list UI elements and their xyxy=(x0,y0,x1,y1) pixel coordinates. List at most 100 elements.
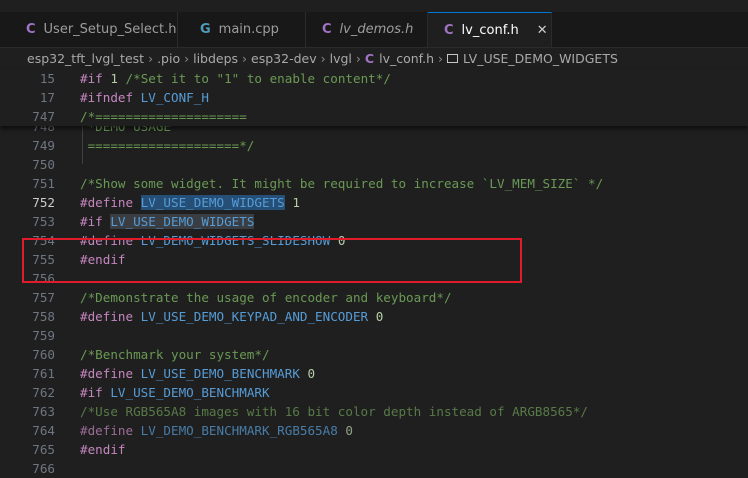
code-line[interactable]: 764 #define LV_DEMO_BENCHMARK_RGB565A8 0 xyxy=(0,421,748,440)
code-line[interactable]: 765 #endif xyxy=(0,440,748,459)
line-code: #if LV_USE_DEMO_WIDGETS xyxy=(80,212,255,231)
line-number: 751 xyxy=(32,176,55,191)
code-token: 1 xyxy=(292,195,300,210)
line-number: 749 xyxy=(32,138,55,153)
breadcrumb-symbol[interactable]: LV_USE_DEMO_WIDGETS xyxy=(463,51,618,66)
code-line[interactable]: 759 xyxy=(0,326,748,345)
code-token: LV_USE_DEMO_WIDGETS xyxy=(110,214,255,229)
code-token: /*Benchmark your system*/ xyxy=(80,347,270,362)
line-number: 750 xyxy=(32,157,55,172)
line-code: /*Benchmark your system*/ xyxy=(80,345,270,364)
tab-label: main.cpp xyxy=(218,22,279,37)
breadcrumb-file[interactable]: lv_conf.h xyxy=(379,51,434,66)
line-code: #if 1 /*Set it to "1" to enable content*… xyxy=(80,69,391,88)
code-line[interactable]: 749 ====================*/ xyxy=(0,136,748,155)
code-token: /*Demonstrate the usage of encoder and k… xyxy=(80,290,452,305)
symbol-constant-icon xyxy=(447,53,459,63)
c-file-icon: C xyxy=(26,22,36,37)
chevron-right-icon: › xyxy=(242,50,248,66)
breadcrumb-item[interactable]: esp32-dev xyxy=(251,51,317,66)
breadcrumb-item[interactable]: libdeps xyxy=(193,51,238,66)
code-line[interactable]: 751 /*Show some widget. It might be requi… xyxy=(0,174,748,193)
code-line[interactable]: 766 xyxy=(0,459,748,478)
breadcrumb: esp32_tft_lvgl_test › .pio › libdeps › e… xyxy=(0,47,748,69)
line-number: 765 xyxy=(32,442,55,457)
code-line[interactable]: 760 /*Benchmark your system*/ xyxy=(0,345,748,364)
line-number: 764 xyxy=(32,423,55,438)
code-token: LV_USE_DEMO_BENCHMARK xyxy=(110,385,270,400)
code-token: 1 xyxy=(110,71,118,86)
line-number: 15 xyxy=(39,71,55,86)
line-number: 760 xyxy=(32,347,55,362)
code-token: LV_CONF_H xyxy=(140,90,209,105)
c-file-icon: C xyxy=(364,50,375,66)
code-line[interactable]: 762 #if LV_USE_DEMO_BENCHMARK xyxy=(0,383,748,402)
code-token: LV_DEMO_BENCHMARK_RGB565A8 xyxy=(140,423,338,438)
tab-lv-conf[interactable]: C lv_conf.h ✕ xyxy=(428,12,552,47)
code-editor[interactable]: 15 #if 1 /*Set it to "1" to enable conten… xyxy=(0,69,748,476)
chevron-right-icon: › xyxy=(148,50,154,66)
line-number: 752 xyxy=(32,195,55,210)
code-line[interactable]: 763 /*Use RGB565A8 images with 16 bit col… xyxy=(0,402,748,421)
line-code: #define LV_USE_DEMO_BENCHMARK 0 xyxy=(80,364,315,383)
line-code: /*Show some widget. It might be required… xyxy=(80,174,603,193)
line-number: 761 xyxy=(32,366,55,381)
code-line[interactable]: 752 #define LV_USE_DEMO_WIDGETS 1 xyxy=(0,193,748,212)
code-token: #ifndef xyxy=(80,90,134,105)
code-token: /*Use RGB565A8 images with 16 bit color … xyxy=(80,404,588,419)
tab-label: lv_demos.h xyxy=(339,22,414,37)
line-number: 766 xyxy=(32,461,55,476)
tab-main-cpp[interactable]: G main.cpp xyxy=(178,12,306,47)
c-file-icon: C xyxy=(444,22,454,38)
title-strip xyxy=(0,0,748,12)
code-line[interactable]: 17 #ifndef LV_CONF_H xyxy=(0,88,748,107)
line-code: ====================*/ xyxy=(80,136,255,155)
tab-user-setup-select[interactable]: C User_Setup_Select.h xyxy=(0,12,178,47)
line-code: #define LV_USE_DEMO_KEYPAD_AND_ENCODER 0 xyxy=(80,307,383,326)
code-token: /*==================== xyxy=(80,109,247,124)
annotation-highlight-box xyxy=(22,238,522,283)
line-code: /*Use RGB565A8 images with 16 bit color … xyxy=(80,402,588,421)
tab-lv-demos[interactable]: C lv_demos.h xyxy=(306,12,428,47)
code-token: #define xyxy=(80,366,134,381)
code-line[interactable]: 758 #define LV_USE_DEMO_KEYPAD_AND_ENCODE… xyxy=(0,307,748,326)
code-line[interactable]: 753 #if LV_USE_DEMO_WIDGETS xyxy=(0,212,748,231)
code-token: LV_USE_DEMO_WIDGETS xyxy=(140,195,285,210)
code-line[interactable]: 757 /*Demonstrate the usage of encoder an… xyxy=(0,288,748,307)
line-number: 17 xyxy=(39,90,55,105)
tab-label: User_Setup_Select.h xyxy=(43,22,177,37)
breadcrumb-item[interactable]: lvgl xyxy=(330,51,352,66)
code-line[interactable]: 747 /*==================== xyxy=(0,107,748,126)
close-icon[interactable]: ✕ xyxy=(537,23,548,38)
code-token: 0 xyxy=(307,366,316,381)
line-code: #define LV_DEMO_BENCHMARK_RGB565A8 0 xyxy=(80,421,353,440)
code-token: #define xyxy=(80,423,134,438)
code-token: #if xyxy=(80,71,103,86)
line-code: #ifndef LV_CONF_H xyxy=(80,88,209,107)
code-line[interactable]: 761 #define LV_USE_DEMO_BENCHMARK 0 xyxy=(0,364,748,383)
code-token: LV_USE_DEMO_BENCHMARK xyxy=(140,366,300,381)
line-code: /*Demonstrate the usage of encoder and k… xyxy=(80,288,452,307)
breadcrumb-item[interactable]: .pio xyxy=(157,51,180,66)
line-number: 762 xyxy=(32,385,55,400)
code-token: #define xyxy=(80,195,134,210)
chevron-right-icon: › xyxy=(184,50,190,66)
code-token: ====================*/ xyxy=(80,138,255,153)
code-line[interactable]: 15 #if 1 /*Set it to "1" to enable conten… xyxy=(0,69,748,88)
code-line[interactable]: 750 xyxy=(0,155,748,174)
sticky-scroll-header[interactable]: 15 #if 1 /*Set it to "1" to enable conten… xyxy=(0,69,748,126)
code-token: #define xyxy=(80,309,134,324)
tab-label: lv_conf.h xyxy=(461,22,519,38)
line-number: 753 xyxy=(32,214,55,229)
breadcrumb-item[interactable]: esp32_tft_lvgl_test xyxy=(27,51,144,66)
code-token: LV_USE_DEMO_KEYPAD_AND_ENCODER xyxy=(140,309,369,324)
chevron-right-icon: › xyxy=(438,50,444,66)
